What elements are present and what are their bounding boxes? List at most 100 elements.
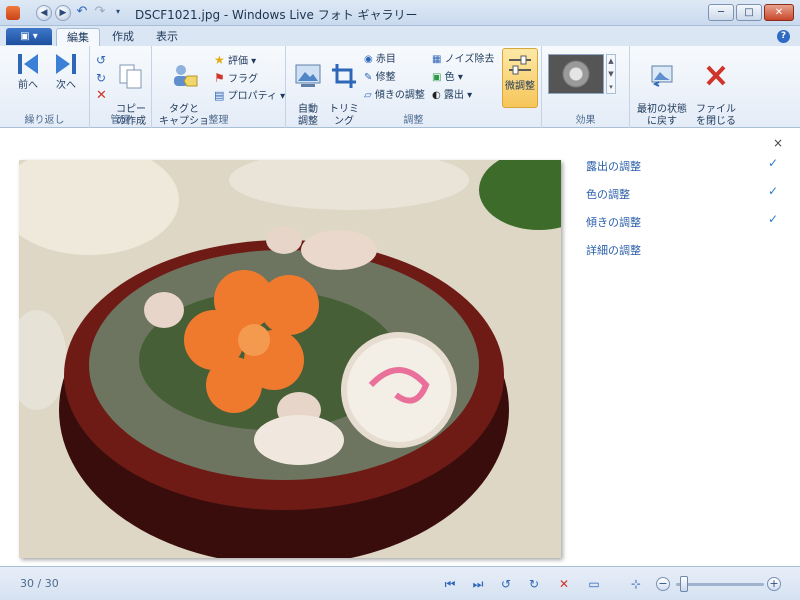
rotate-left-icon: ↺ (96, 53, 107, 67)
soup-photo (19, 160, 561, 558)
check-icon: ✓ (768, 212, 779, 226)
retouch-button[interactable]: ✎ 修整 (364, 70, 396, 86)
ribbon: 前へ 次へ 繰り返し ↺ ↻ ✕ コピー の作成 管理 タグと キャプション ★… (0, 46, 800, 139)
flag-label: フラグ (227, 74, 258, 85)
group-organize: タグと キャプション ★ 評価 ▾ ⚑ フラグ ▤ プロパティ ▾ 整理 (152, 46, 286, 139)
effect-thumbnail[interactable] (548, 54, 604, 94)
tags-caption-button[interactable]: タグと キャプション (156, 50, 212, 140)
exposure-button[interactable]: ◐ 露出 ▾ (432, 88, 472, 104)
prev-button[interactable]: 前へ (10, 50, 46, 92)
adjust-exposure-item[interactable]: 露出の調整 (586, 158, 641, 174)
exposure-label: 露出 (443, 90, 464, 101)
rotate-right-icon: ↻ (96, 71, 107, 85)
next-label: 次へ (56, 80, 76, 91)
eye-icon: ◉ (364, 54, 373, 65)
close-file-label: ファイル を閉じる (696, 104, 736, 127)
prev-photo-icon[interactable]: ⏮ (442, 576, 458, 592)
zoom-out-button[interactable]: − (656, 577, 670, 591)
adjust-straighten-item[interactable]: 傾きの調整 (586, 214, 641, 230)
straighten-icon: ▱ (364, 90, 372, 101)
fine-tune-label: 微調整 (505, 81, 535, 92)
back-icon[interactable]: ◀ (36, 5, 52, 21)
copy-icon (119, 64, 142, 89)
zoom-in-button[interactable]: + (767, 577, 781, 591)
close-window-button[interactable]: ✕ (764, 4, 794, 21)
exposure-icon: ◐ (432, 90, 441, 101)
adjust-detail-item[interactable]: 詳細の調整 (586, 242, 641, 258)
undo-icon[interactable]: ↶ (74, 5, 90, 21)
app-menu-button[interactable]: ▣ ▾ (6, 28, 52, 45)
retouch-label: 修整 (375, 72, 396, 83)
rotate-left-button[interactable]: ↺ (96, 52, 106, 68)
check-icon: ✓ (768, 156, 779, 170)
help-icon[interactable]: ? (777, 30, 790, 43)
flag-button[interactable]: ⚑ フラグ (214, 70, 258, 86)
rating-button[interactable]: ★ 評価 ▾ (214, 52, 256, 68)
window-title: DSCF1021.jpg - Windows Live フォト ギャラリー (135, 8, 418, 22)
zoom-slider-thumb[interactable] (680, 576, 688, 592)
auto-adjust-icon (295, 64, 321, 87)
redeye-label: 赤目 (375, 54, 396, 65)
rotate-left-icon[interactable]: ↺ (498, 576, 514, 592)
check-icon: ✓ (768, 184, 779, 198)
close-file-icon (706, 65, 726, 86)
maximize-button[interactable]: □ (736, 4, 762, 21)
group-label-effects: 効果 (575, 115, 596, 126)
adjust-color-item[interactable]: 色の調整 (586, 186, 630, 202)
noise-reduction-button[interactable]: ▦ ノイズ除去 (432, 52, 494, 68)
next-icon (56, 54, 76, 74)
delete-icon[interactable]: ✕ (556, 576, 572, 592)
group-effects: ▲ ▼ ▾ 効果 (542, 46, 630, 128)
rotate-right-button[interactable]: ↻ (96, 70, 106, 86)
next-button[interactable]: 次へ (48, 50, 84, 92)
fine-tune-button[interactable]: 微調整 (502, 48, 538, 108)
properties-button[interactable]: ▤ プロパティ ▾ (214, 88, 285, 104)
minimize-button[interactable]: ─ (708, 4, 734, 21)
rotate-right-icon[interactable]: ↻ (526, 576, 542, 592)
color-label: 色 (444, 72, 455, 83)
slideshow-icon[interactable]: ▭ (586, 576, 602, 592)
app-icon[interactable] (6, 6, 20, 20)
properties-label: プロパティ (227, 91, 277, 102)
tab-create[interactable]: 作成 (102, 28, 144, 46)
tab-view[interactable]: 表示 (146, 28, 188, 46)
group-label-navigate: 繰り返し (24, 115, 65, 126)
group-manage: ↺ ↻ ✕ コピー の作成 管理 (90, 46, 152, 128)
forward-icon[interactable]: ▶ (55, 5, 71, 21)
flag-icon: ⚑ (214, 71, 225, 85)
tag-people-icon (174, 65, 198, 87)
group-navigate: 前へ 次へ 繰り返し (0, 46, 90, 128)
rating-label: 評価 (227, 56, 248, 67)
effect-scroll-icon[interactable]: ▲ ▼ ▾ (606, 54, 616, 94)
star-icon: ★ (214, 53, 225, 67)
zoom-slider-track[interactable] (676, 583, 764, 586)
retouch-icon: ✎ (364, 72, 373, 83)
revert-label: 最初の状態 に戻す (637, 104, 687, 127)
photo-view[interactable] (19, 160, 561, 558)
tab-edit[interactable]: 編集 (56, 28, 100, 46)
group-label-adjust: 調整 (403, 115, 424, 126)
status-bar: 30 / 30 ⏮ ⏭ ↺ ↻ ✕ ▭ ⊹ − + (0, 566, 800, 600)
noise-label: ノイズ除去 (444, 54, 495, 65)
group-label-manage: 管理 (110, 115, 131, 126)
next-photo-icon[interactable]: ⏭ (470, 576, 486, 592)
properties-icon: ▤ (214, 89, 225, 102)
panel-close-button[interactable]: × (773, 136, 783, 150)
group-label-organize: 整理 (208, 115, 229, 126)
delete-button[interactable]: ✕ (96, 88, 107, 104)
ribbon-tabs: ▣ ▾ 編集 作成 表示 ? (0, 26, 800, 46)
group-close: 最初の状態 に戻す ファイル を閉じる (630, 46, 742, 128)
actual-size-icon[interactable]: ⊹ (628, 576, 644, 592)
color-button[interactable]: ▣ 色 ▾ (432, 70, 463, 86)
noise-icon: ▦ (432, 54, 442, 65)
straighten-label: 傾きの調整 (374, 90, 425, 101)
straighten-button[interactable]: ▱ 傾きの調整 (364, 88, 425, 104)
revert-button[interactable]: 最初の状態 に戻す (634, 50, 690, 128)
prev-label: 前へ (18, 80, 38, 91)
quick-access-dropdown-icon[interactable]: ▾ (110, 5, 126, 21)
redeye-button[interactable]: ◉ 赤目 (364, 52, 396, 68)
close-file-button[interactable]: ファイル を閉じる (694, 50, 738, 128)
prev-icon (18, 54, 38, 74)
main-area: × 露出の調整 ✓ 色の調整 ✓ 傾きの調整 ✓ 詳細の調整 (0, 128, 800, 566)
redo-icon[interactable]: ↷ (92, 5, 108, 21)
